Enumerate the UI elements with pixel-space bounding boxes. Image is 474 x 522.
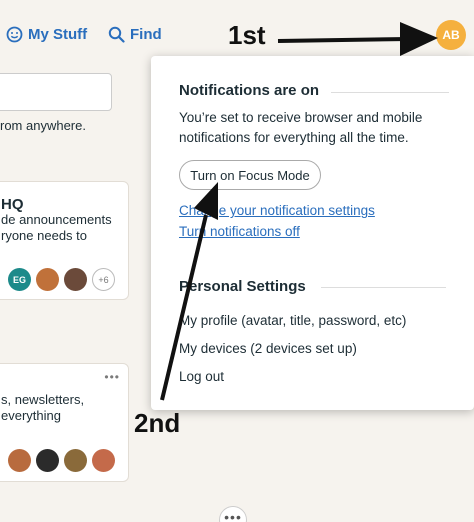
annotation-label-first: 1st: [228, 20, 266, 50]
annotation-arrows: [160, 22, 438, 401]
annotation-label-second: 2nd: [134, 408, 181, 438]
